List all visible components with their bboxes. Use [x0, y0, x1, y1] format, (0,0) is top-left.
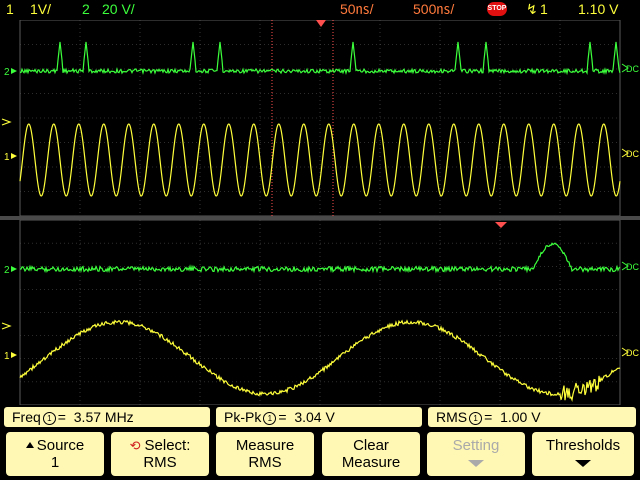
channel-marker: 1: [4, 152, 10, 163]
source-value: 1: [50, 454, 60, 471]
ground-marker-icon: [11, 153, 17, 159]
measurement-freq-name: Freq: [12, 409, 41, 425]
trigger-level-icon: [1, 322, 12, 330]
measurement-pkpk: Pk-Pk 1 = 3.04 V: [216, 407, 422, 427]
measurement-rms: RMS 1 = 1.00 V: [428, 407, 636, 427]
ground-marker-icon: [11, 352, 17, 358]
coupling-label: DC: [626, 64, 639, 74]
thresholds-softkey[interactable]: Thresholds: [532, 432, 634, 476]
chevron-down-icon: [468, 460, 484, 467]
run-stop-icon: STOP: [487, 2, 507, 16]
measurement-bar: Freq 1 = 3.57 MHz Pk-Pk 1 = 3.04 V RMS 1 = 1.0…: [0, 405, 640, 428]
trigger-source: 1: [540, 1, 548, 17]
timebase-delayed: 500㎱/: [413, 1, 455, 17]
source-label: Source: [36, 437, 85, 454]
measurement-freq-value: 3.57 MHz: [73, 409, 134, 425]
graticule: [0, 20, 640, 405]
ch1-number: 1: [6, 1, 14, 17]
rotary-knob-icon: ⟲: [129, 438, 141, 453]
measure-label: Measure: [235, 437, 295, 454]
traces: [19, 41, 621, 403]
select-value: RMS: [143, 454, 177, 471]
clear-label: Clear: [353, 437, 389, 454]
trigger-position-icon: [495, 222, 507, 228]
channel-marker: 2: [4, 67, 10, 78]
ch1-scale: 1V/: [30, 1, 52, 17]
select-softkey[interactable]: ⟲ Select: RMS: [111, 432, 209, 476]
clear-label-2: Measure: [341, 454, 401, 471]
coupling-label: DC: [626, 348, 639, 358]
measurement-freq: Freq 1 = 3.57 MHz: [4, 407, 210, 427]
ground-marker-icon: [11, 266, 17, 272]
channel-circle-icon: 1: [469, 412, 483, 425]
waveform-display: 2 1 2 1 DC DC DC DC: [0, 20, 640, 405]
setting-label: Setting: [452, 437, 500, 454]
measurement-pkpk-name: Pk-Pk: [224, 409, 262, 425]
ground-marker-icon: [11, 68, 17, 74]
source-softkey[interactable]: Source 1: [6, 432, 104, 476]
channel-markers: 2 1 2 1 DC DC DC DC: [1, 63, 639, 362]
delay-window: [271, 20, 507, 228]
trigger-level-icon: [1, 118, 12, 126]
clear-measure-softkey[interactable]: Clear Measure: [322, 432, 420, 476]
coupling-label: DC: [626, 149, 639, 159]
setting-softkey[interactable]: Setting: [427, 432, 525, 476]
timebase-main: 50㎱/: [340, 1, 374, 17]
channel-circle-icon: 1: [42, 412, 56, 425]
measurement-rms-value: 1.00 V: [500, 409, 541, 425]
trigger-level: 1.10 V: [578, 1, 619, 17]
ch2-lower-trace: [19, 242, 621, 274]
ch2-number: 2: [82, 1, 90, 17]
delay-marker-icon: [316, 20, 326, 27]
measurement-pkpk-value: 3.04 V: [294, 409, 335, 425]
chevron-down-icon: [575, 460, 591, 467]
thresholds-label: Thresholds: [545, 437, 621, 454]
arrow-up-icon: [25, 442, 34, 448]
softkey-bar: Source 1 ⟲ Select: RMS Measure RMS Clear …: [0, 430, 640, 480]
channel-marker: 2: [4, 265, 10, 276]
measure-value: RMS: [248, 454, 282, 471]
ch2-scale: 20 V/: [102, 1, 135, 17]
channel-circle-icon: 1: [263, 412, 277, 425]
status-bar: 1 1V/ 2 20 V/ 50㎱/ 500㎱/ STOP ↯ 1 1.10 V: [0, 0, 640, 20]
channel-marker: 1: [4, 351, 10, 362]
measurement-rms-name: RMS: [436, 409, 468, 425]
window-separator: [0, 216, 640, 220]
select-label: Select:: [144, 437, 191, 454]
coupling-label: DC: [626, 262, 639, 272]
trigger-edge-icon: ↯: [526, 1, 538, 17]
measure-softkey[interactable]: Measure RMS: [216, 432, 314, 476]
